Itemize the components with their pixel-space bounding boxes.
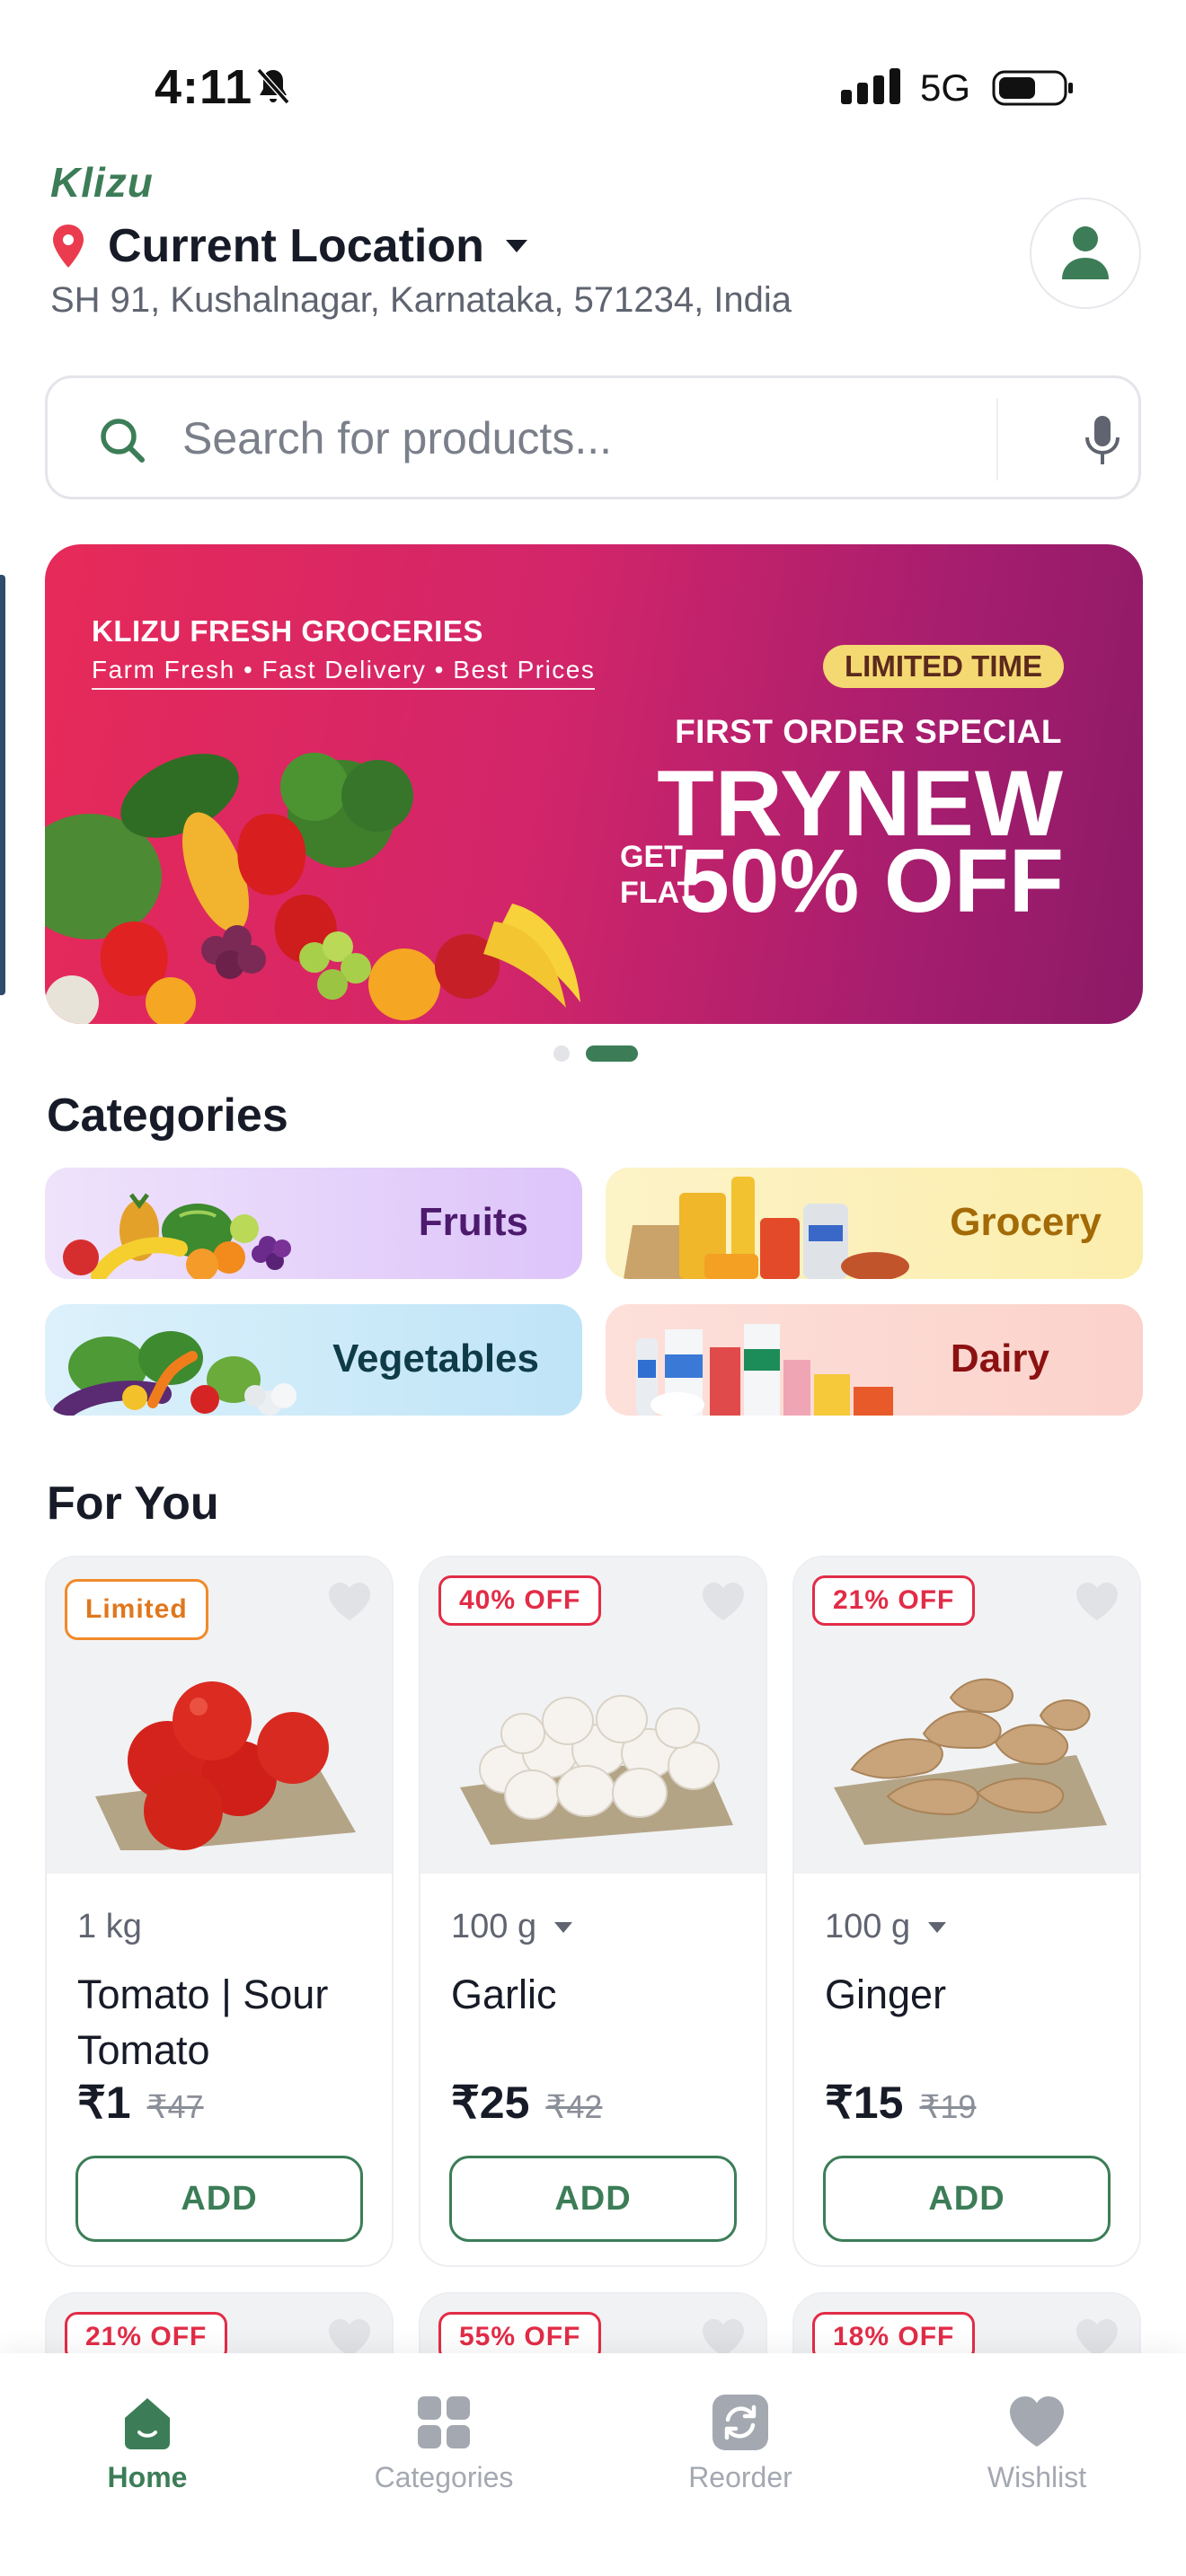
product-name: Garlic (451, 1972, 557, 2017)
reorder-icon (712, 2395, 768, 2450)
product-mrp: ₹47 (146, 2088, 204, 2125)
categories-title: Categories (47, 1090, 288, 1142)
nav-label: Categories (374, 2461, 514, 2493)
add-to-cart-button[interactable]: ADD (75, 2156, 363, 2242)
chevron-down-icon (505, 240, 527, 252)
network-label: 5G (920, 66, 971, 109)
bell-off-icon (256, 67, 290, 105)
product-mrp: ₹42 (545, 2088, 603, 2125)
search-divider (996, 398, 998, 481)
previous-banner-edge (0, 575, 5, 995)
product-name: Ginger (825, 1972, 947, 2017)
location-title: Current Location (108, 220, 484, 272)
nav-categories[interactable]: Categories (336, 2393, 552, 2494)
carousel-dot[interactable] (553, 1045, 570, 1062)
add-to-cart-button[interactable]: ADD (823, 2156, 1111, 2242)
heart-icon (1010, 2396, 1064, 2447)
brand-logo: Klizu (50, 159, 154, 206)
wishlist-heart-icon[interactable] (1075, 1581, 1120, 1622)
offer-title: FIRST ORDER SPECIAL (675, 713, 1062, 750)
grid-icon (418, 2396, 470, 2448)
nav-wishlist[interactable]: Wishlist (929, 2393, 1145, 2494)
status-time: 4:11 (155, 60, 253, 114)
weight-text: 100 g (825, 1908, 911, 1945)
product-weight[interactable]: 100 g (825, 1908, 948, 1946)
price-row: ₹15 ₹19 (825, 2077, 976, 2129)
product-weight: 1 kg (77, 1908, 142, 1946)
price-row: ₹1 ₹47 (77, 2077, 204, 2129)
category-label: Fruits (418, 1200, 528, 1244)
product-weight[interactable]: 100 g (451, 1908, 574, 1946)
product-price: ₹15 (825, 2078, 904, 2128)
category-label: Vegetables (332, 1337, 539, 1381)
discount-text: 50% OFF (679, 831, 1064, 931)
wishlist-heart-icon[interactable] (327, 1581, 372, 1622)
category-grocery[interactable]: Grocery (606, 1168, 1143, 1279)
user-icon (1062, 226, 1109, 279)
nav-label: Wishlist (987, 2461, 1087, 2493)
dairy-illustration (636, 1324, 893, 1416)
category-dairy[interactable]: Dairy (606, 1304, 1143, 1416)
product-price: ₹1 (77, 2078, 131, 2128)
nav-label: Home (107, 2461, 188, 2493)
product-mrp: ₹19 (919, 2088, 977, 2125)
nav-reorder[interactable]: Reorder (633, 2393, 848, 2494)
banner-brand: KLIZU FRESH GROCERIES (92, 614, 483, 648)
discount-badge: 40% OFF (438, 1575, 602, 1626)
location-selector[interactable]: Current Location (50, 219, 529, 273)
battery-icon (992, 70, 1073, 106)
carousel-dots (553, 1045, 654, 1062)
product-card-tomato[interactable]: Limited 1 kg Tomato | Sour Tomato ₹1 ₹47… (45, 1556, 394, 2267)
product-card-garlic[interactable]: 40% OFF 100 g Garlic ₹25 ₹42 ADD (419, 1556, 767, 2267)
weight-text: 100 g (451, 1908, 537, 1945)
price-row: ₹25 ₹42 (451, 2077, 602, 2129)
fruits-illustration (63, 1193, 291, 1279)
promo-banner[interactable]: KLIZU FRESH GROCERIES Farm Fresh • Fast … (45, 544, 1143, 1024)
tomato-image (95, 1681, 356, 1850)
weight-text: 1 kg (77, 1908, 142, 1945)
nav-label: Reorder (688, 2461, 792, 2493)
ginger-image (834, 1678, 1107, 1845)
garlic-image (460, 1695, 733, 1845)
category-vegetables[interactable]: Vegetables (45, 1304, 582, 1416)
signal-icon (841, 68, 900, 104)
wishlist-heart-icon[interactable] (701, 1581, 746, 1622)
for-you-title: For You (47, 1478, 219, 1530)
microphone-icon[interactable] (1079, 414, 1126, 468)
discount-badge: 21% OFF (812, 1575, 976, 1626)
grocery-illustration (624, 1177, 909, 1279)
search-input[interactable] (182, 405, 1009, 472)
home-icon (125, 2398, 170, 2449)
location-pin-icon (53, 225, 84, 268)
chevron-down-icon (554, 1921, 573, 1933)
limited-badge: Limited (65, 1579, 208, 1640)
category-label: Grocery (950, 1200, 1102, 1244)
vegetables-illustration (53, 1331, 296, 1416)
bottom-navigation: Home Categories Reorder Wishlist (0, 2353, 1186, 2576)
banner-tagline: Farm Fresh • Fast Delivery • Best Prices (92, 656, 596, 690)
product-price: ₹25 (451, 2078, 530, 2128)
search-bar (45, 375, 1141, 499)
add-to-cart-button[interactable]: ADD (449, 2156, 737, 2242)
carousel-dot-active[interactable] (586, 1045, 638, 1062)
chevron-down-icon (928, 1921, 947, 1933)
product-name: Tomato | Sour Tomato (77, 1972, 329, 2073)
category-fruits[interactable]: Fruits (45, 1168, 582, 1279)
vegetables-illustration (45, 753, 580, 1024)
limited-time-pill: LIMITED TIME (823, 645, 1064, 688)
product-card-ginger[interactable]: 21% OFF 100 g Ginger ₹15 ₹19 ADD (792, 1556, 1141, 2267)
search-icon (101, 419, 145, 463)
address-text: SH 91, Kushalnagar, Karnataka, 571234, I… (50, 280, 792, 320)
nav-home[interactable]: Home (40, 2393, 255, 2494)
status-bar: 4:11 5G (0, 0, 1186, 171)
category-label: Dairy (950, 1337, 1049, 1381)
profile-button[interactable] (1030, 198, 1141, 309)
